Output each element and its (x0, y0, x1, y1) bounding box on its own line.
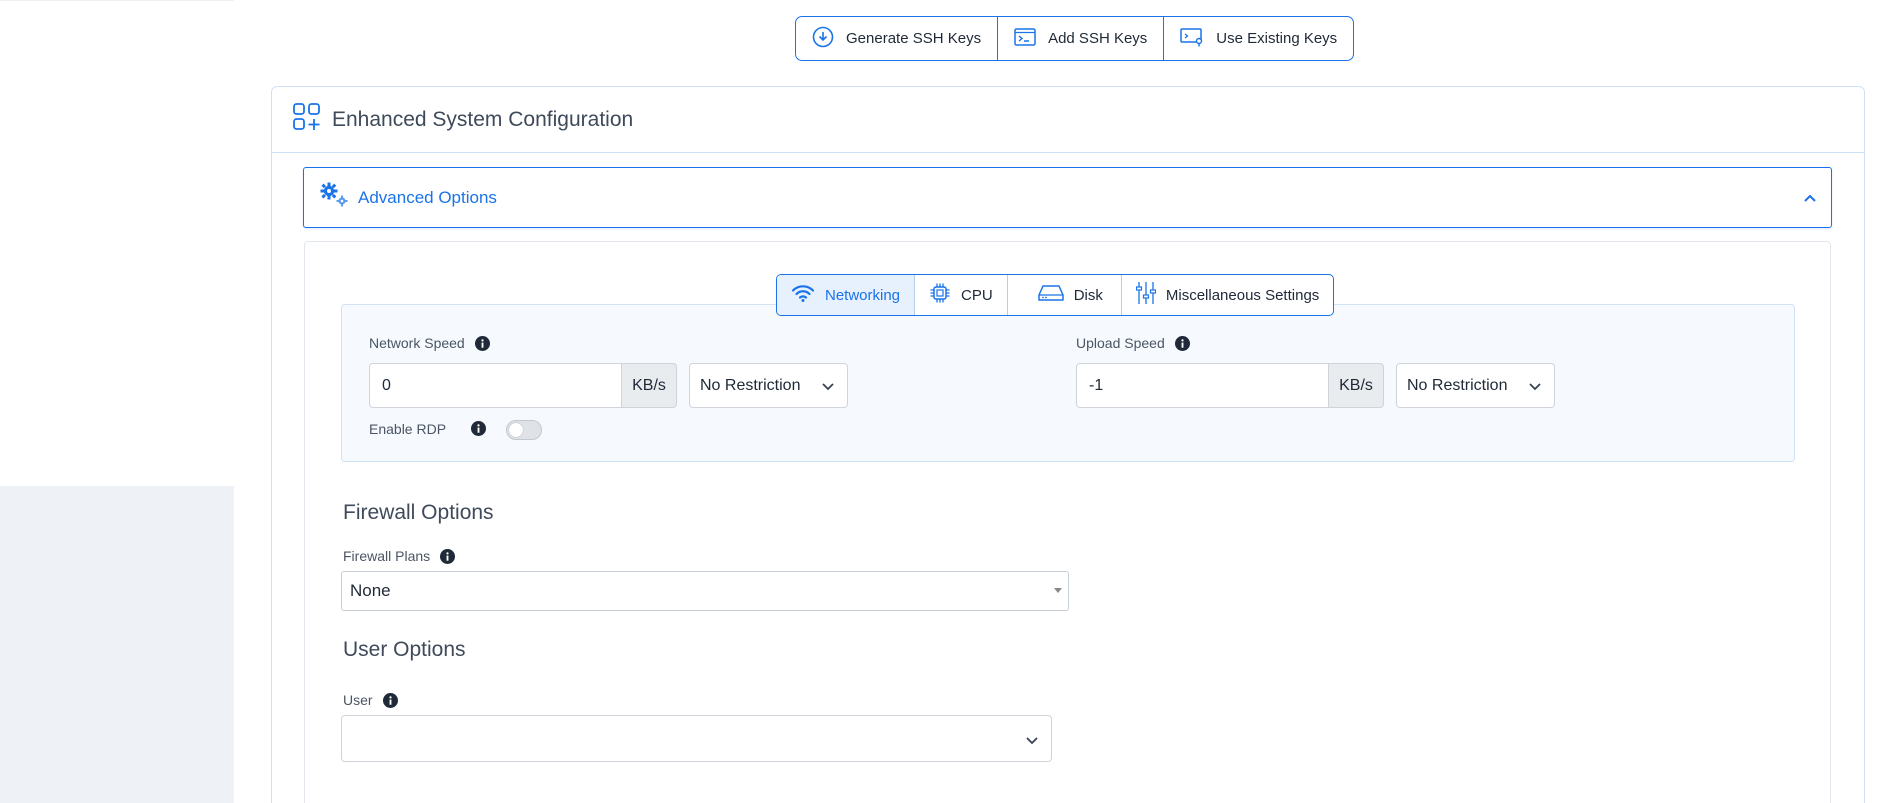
generate-ssh-keys-button[interactable]: Generate SSH Keys (796, 17, 999, 60)
network-speed-restriction-value: No Restriction (700, 376, 801, 394)
upload-speed-restriction-value: No Restriction (1407, 376, 1508, 394)
user-label-row: User (343, 692, 398, 708)
enable-rdp-toggle[interactable] (506, 420, 542, 440)
cpu-chip-icon (929, 282, 951, 308)
firewall-options-title: Firewall Options (343, 501, 494, 524)
left-sidebar-area (0, 0, 234, 803)
user-options-title: User Options (343, 638, 466, 661)
tab-miscellaneous-settings[interactable]: Miscellaneous Settings (1122, 275, 1333, 315)
ssh-key-toolbar: Generate SSH Keys Add SSH Keys Use Exist… (795, 16, 1355, 61)
use-existing-keys-button[interactable]: Use Existing Keys (1164, 17, 1353, 60)
add-ssh-keys-button[interactable]: Add SSH Keys (998, 17, 1165, 60)
tab-disk-label: Disk (1073, 286, 1103, 304)
tab-disk[interactable]: Disk (1008, 275, 1122, 315)
network-speed-label: Network Speed (369, 335, 465, 351)
network-speed-label-row: Network Speed (369, 335, 490, 351)
system-configuration-title: Enhanced System Configuration (332, 107, 634, 131)
upload-speed-unit: KB/s (1329, 363, 1384, 408)
monitor-key-icon (1180, 27, 1204, 51)
upload-speed-label-row: Upload Speed (1076, 335, 1190, 351)
use-existing-keys-label: Use Existing Keys (1216, 30, 1338, 47)
info-icon[interactable] (1174, 335, 1190, 351)
firewall-plans-select[interactable]: None (341, 571, 1069, 611)
firewall-plans-value: None (350, 581, 391, 600)
enable-rdp-label-row: Enable RDP (369, 421, 446, 437)
chevron-down-icon (1528, 379, 1542, 397)
upload-speed-label: Upload Speed (1076, 335, 1165, 351)
terminal-icon (1014, 27, 1036, 51)
chevron-down-icon (821, 379, 835, 397)
chevron-up-icon[interactable] (1803, 190, 1817, 208)
firewall-plans-label: Firewall Plans (343, 548, 431, 564)
caret-down-icon (1054, 588, 1062, 593)
upload-speed-input[interactable]: -1 (1076, 363, 1329, 408)
enable-rdp-label: Enable RDP (369, 421, 447, 437)
network-speed-restriction-select[interactable]: No Restriction (689, 363, 848, 408)
gears-icon (320, 182, 350, 213)
user-label: User (343, 692, 373, 708)
system-configuration-header: Enhanced System Configuration (272, 87, 1864, 153)
download-circle-icon (812, 26, 834, 52)
tab-networking-label: Networking (825, 286, 901, 304)
generate-ssh-keys-label: Generate SSH Keys (846, 30, 982, 47)
network-speed-input[interactable]: 0 (369, 363, 622, 408)
sliders-icon (1135, 281, 1156, 309)
chevron-down-icon (1025, 733, 1039, 751)
tab-miscellaneous-settings-label: Miscellaneous Settings (1165, 286, 1320, 304)
user-select[interactable] (341, 715, 1052, 762)
firewall-plans-label-row: Firewall Plans (343, 548, 456, 564)
upload-speed-restriction-select[interactable]: No Restriction (1396, 363, 1555, 408)
advanced-options-toggle[interactable]: Advanced Options (303, 167, 1832, 228)
advanced-options-title: Advanced Options (358, 187, 497, 207)
apps-add-icon (292, 102, 322, 137)
tab-networking[interactable]: Networking (777, 275, 916, 315)
info-icon[interactable] (382, 692, 398, 708)
info-icon[interactable] (440, 548, 456, 564)
wifi-icon (791, 284, 815, 306)
advanced-options-tabs: Networking CPU Disk Miscellaneous Settin… (776, 274, 1335, 316)
network-speed-unit: KB/s (622, 363, 677, 408)
info-icon[interactable] (474, 335, 490, 351)
tab-cpu-label: CPU (961, 286, 993, 304)
left-sidebar-panel (0, 0, 234, 486)
add-ssh-keys-label: Add SSH Keys (1048, 30, 1148, 47)
hard-drive-icon (1037, 284, 1064, 306)
info-icon[interactable] (471, 421, 486, 436)
tab-cpu[interactable]: CPU (915, 275, 1008, 315)
